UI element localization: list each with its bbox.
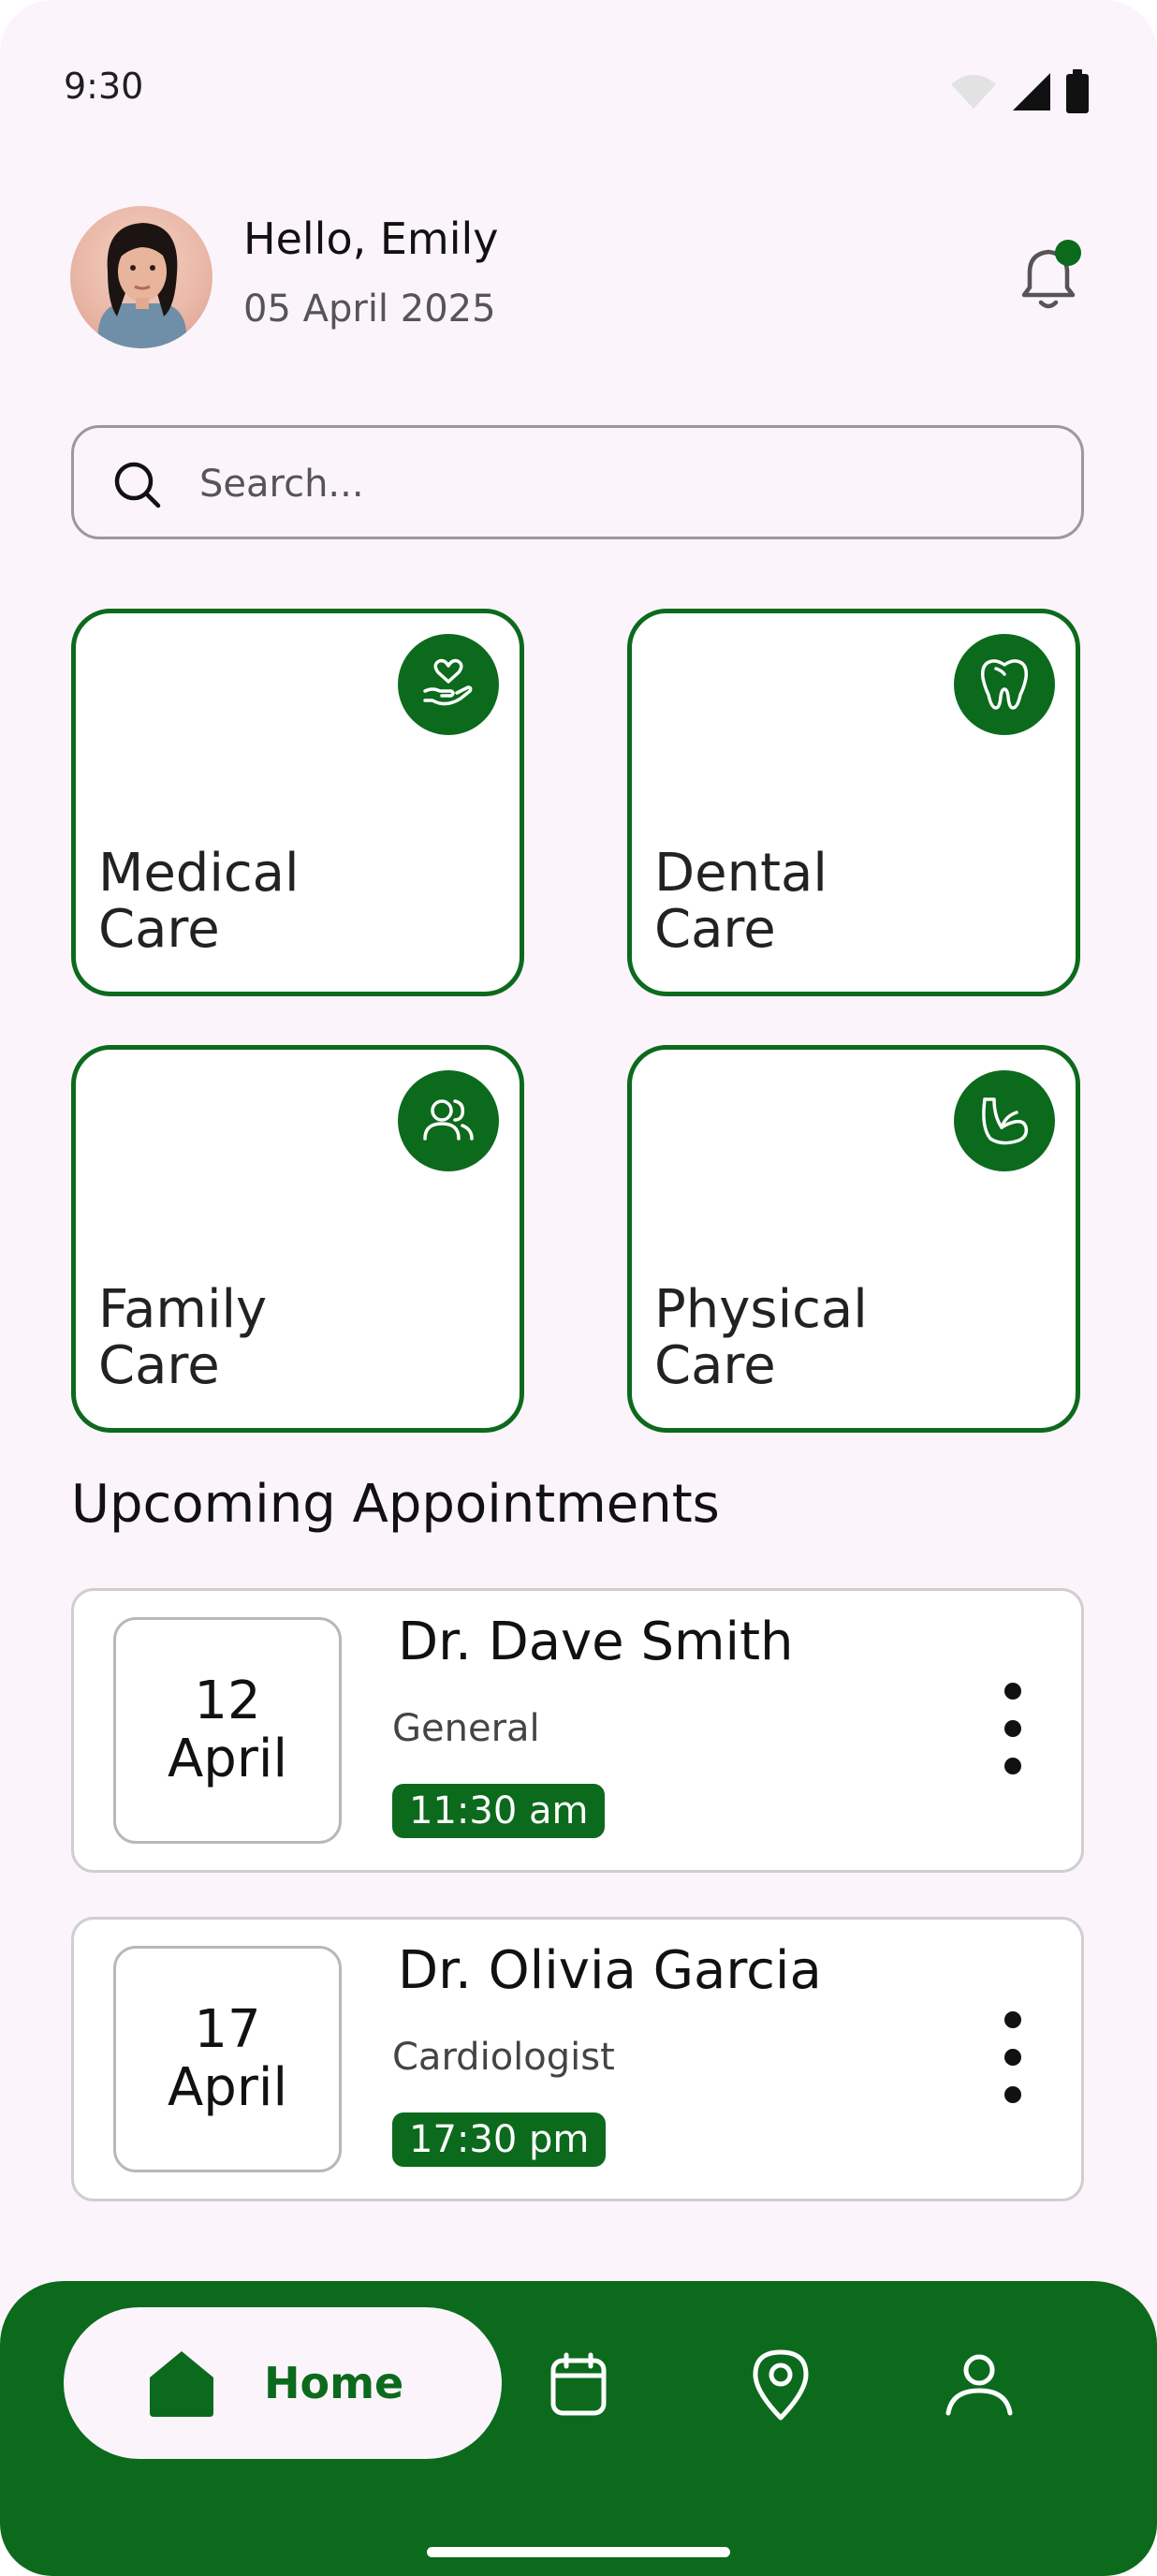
nav-home[interactable]: Home (64, 2307, 502, 2459)
status-icons (949, 69, 1090, 114)
notification-button[interactable] (1011, 239, 1088, 316)
doctor-name: Dr. Dave Smith (398, 1612, 794, 1672)
category-label: Medical Care (98, 843, 300, 960)
battery-icon (1066, 69, 1089, 113)
more-options-button[interactable] (999, 1683, 1027, 1776)
avatar-portrait (97, 223, 187, 348)
tooth-icon (980, 659, 1029, 710)
flexed-arm-icon (982, 1097, 1029, 1145)
nav-location[interactable] (743, 2347, 818, 2421)
appointment-month: April (168, 1729, 287, 1789)
profile-icon (945, 2354, 1013, 2416)
appointment-month: April (168, 2057, 287, 2118)
home-indicator[interactable] (427, 2547, 730, 2557)
category-label: Physical Care (654, 1279, 868, 1396)
category-card-dental-care[interactable]: Dental Care (627, 609, 1080, 996)
appointment-date: 12 April (113, 1617, 342, 1844)
category-card-family-care[interactable]: Family Care (71, 1045, 524, 1433)
appointment-card[interactable]: 17 April Dr. Olivia Garcia Cardiologist … (71, 1917, 1084, 2201)
search-input[interactable] (198, 452, 1025, 516)
appointment-time-badge: 17:30 pm (392, 2112, 607, 2167)
nav-profile[interactable] (942, 2347, 1017, 2421)
notification-dot (1055, 240, 1081, 266)
bell-icon (1021, 240, 1081, 309)
greeting-text: Hello, Emily (243, 213, 499, 264)
appointment-day: 17 (194, 1999, 261, 2060)
signal-icon (1013, 73, 1050, 110)
location-pin-icon (753, 2349, 809, 2421)
category-card-medical-care[interactable]: Medical Care (71, 609, 524, 996)
more-vertical-icon (1004, 1683, 1021, 1700)
search-icon (114, 462, 161, 508)
people-icon (423, 1099, 474, 1141)
appointment-time-badge: 11:30 am (392, 1784, 606, 1838)
home-icon (150, 2351, 213, 2417)
appointment-day: 12 (194, 1671, 261, 1731)
hand-heart-icon (423, 658, 473, 706)
doctor-specialty: General (392, 1707, 540, 1750)
status-time: 9:30 (64, 66, 144, 107)
app-screen: 9:30 Hello, Emily 05 April 2025 Search..… (0, 0, 1157, 2576)
category-label: Family Care (98, 1279, 268, 1396)
wifi-icon (951, 75, 996, 109)
category-badge (398, 634, 499, 735)
category-label: Dental Care (654, 843, 827, 960)
appointment-card[interactable]: 12 April Dr. Dave Smith General 11:30 am (71, 1588, 1084, 1873)
avatar[interactable] (70, 206, 212, 348)
section-title-appointments: Upcoming Appointments (71, 1474, 720, 1535)
appointment-date: 17 April (113, 1946, 342, 2172)
category-badge (954, 634, 1055, 735)
calendar-icon (550, 2352, 607, 2416)
more-vertical-icon (1004, 2011, 1021, 2028)
doctor-name: Dr. Olivia Garcia (398, 1940, 822, 2001)
category-badge (954, 1070, 1055, 1171)
category-card-physical-care[interactable]: Physical Care (627, 1045, 1080, 1433)
doctor-specialty: Cardiologist (392, 2036, 615, 2079)
nav-home-label: Home (264, 2358, 404, 2408)
category-badge (398, 1070, 499, 1171)
current-date: 05 April 2025 (243, 287, 496, 331)
bottom-navigation: Home (0, 2281, 1157, 2576)
more-options-button[interactable] (999, 2011, 1027, 2105)
nav-calendar[interactable] (541, 2347, 616, 2421)
search-bar[interactable] (71, 425, 1084, 539)
